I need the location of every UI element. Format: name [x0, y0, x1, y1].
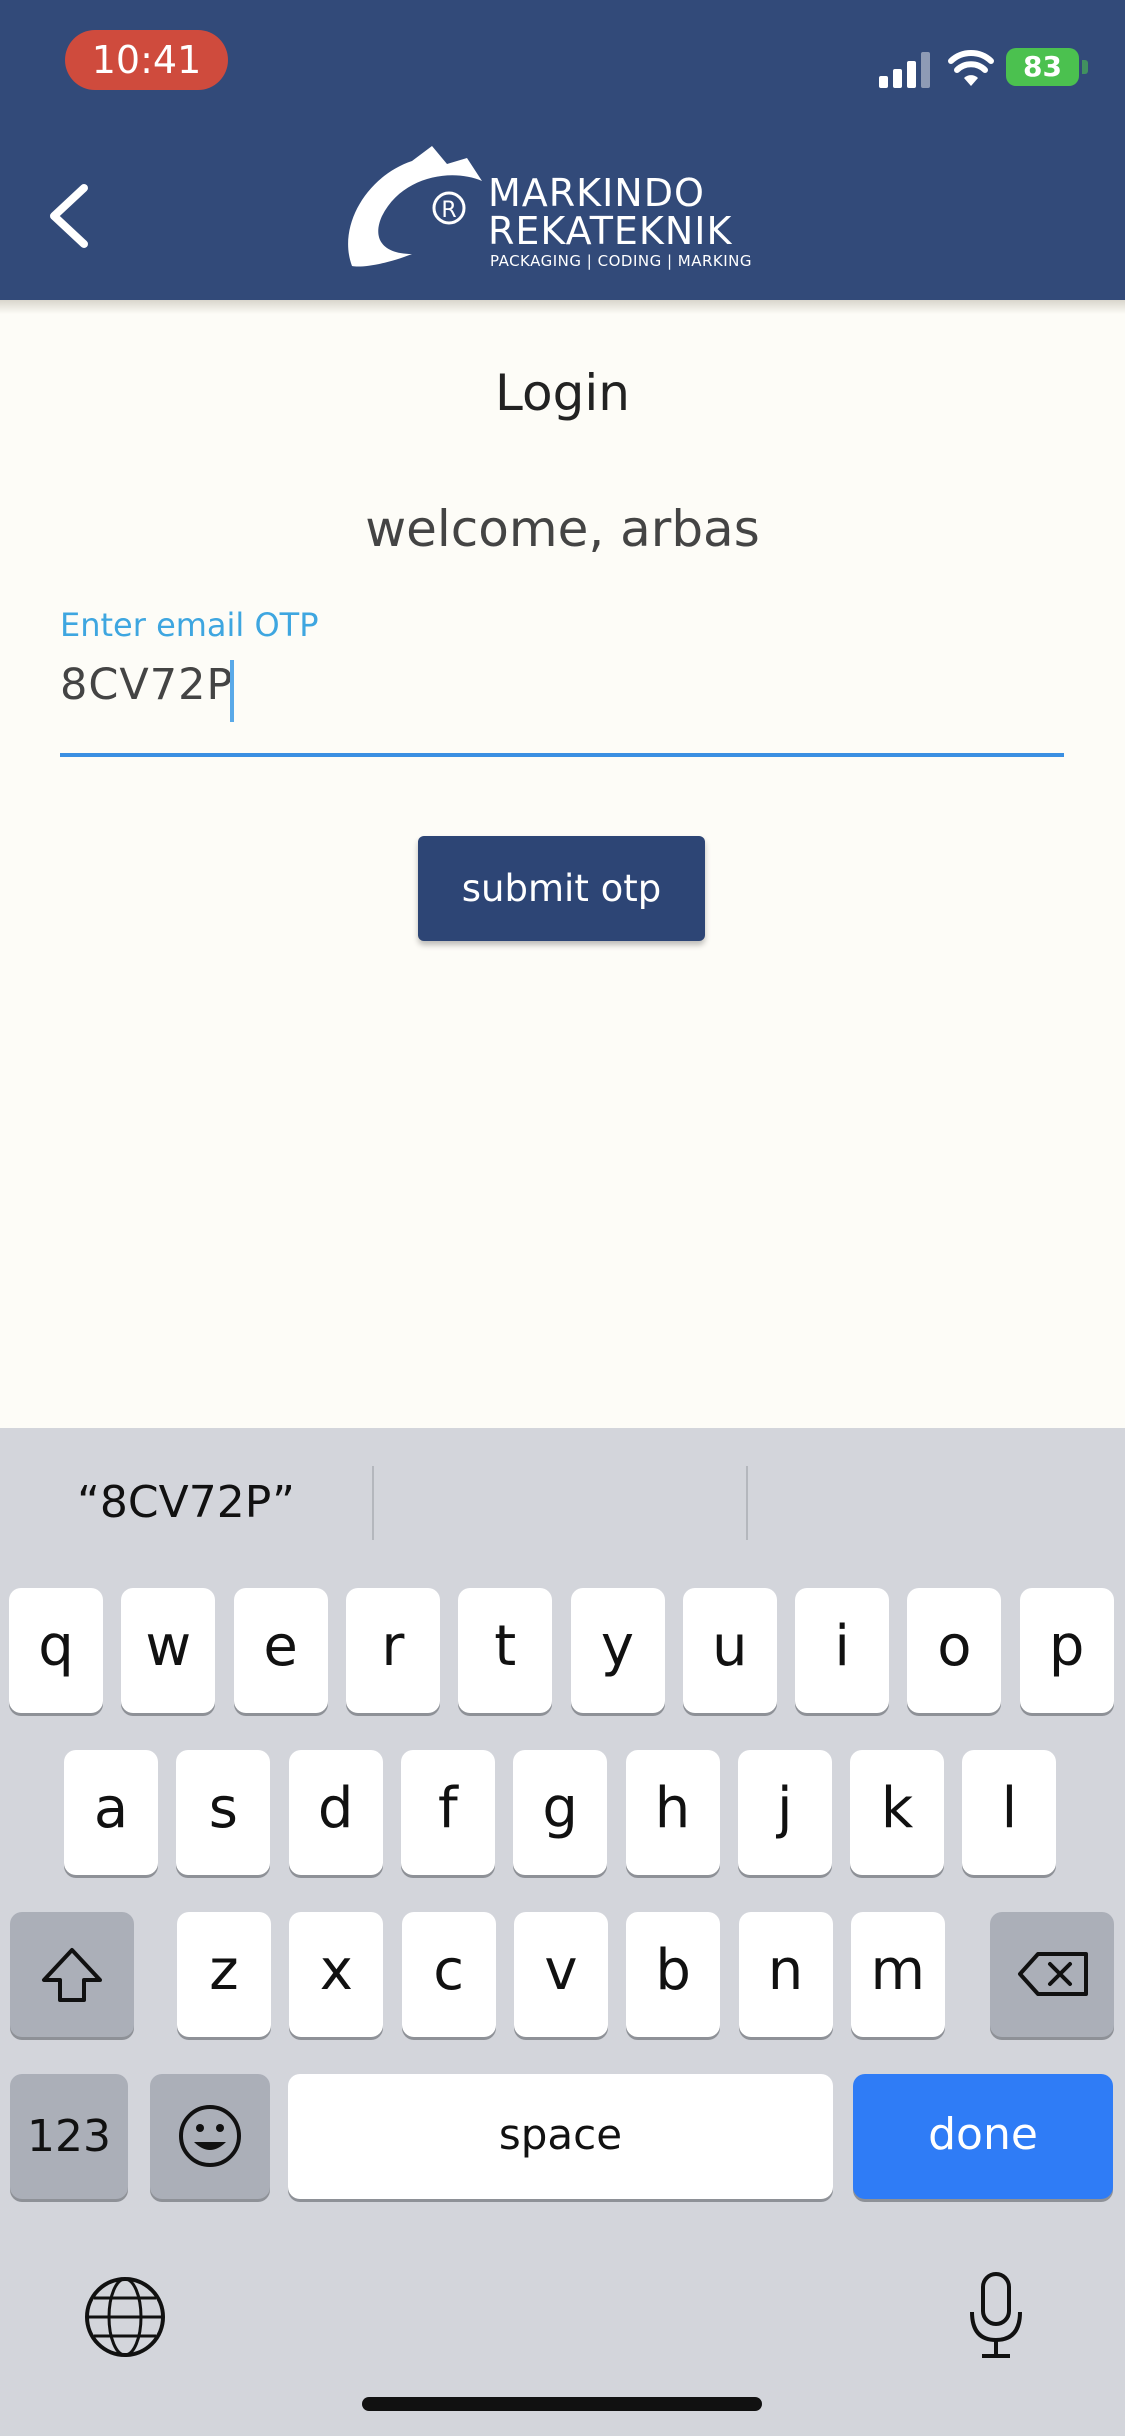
otp-field-label: Enter email OTP	[60, 606, 319, 644]
emoji-icon	[179, 2105, 241, 2167]
suggestion-divider	[372, 1466, 374, 1540]
home-indicator	[362, 2397, 762, 2411]
key-m[interactable]: m	[850, 1912, 945, 2037]
key-u[interactable]: u	[682, 1588, 777, 1713]
key-a[interactable]: a	[64, 1750, 158, 1875]
otp-input-underline	[60, 753, 1064, 757]
key-s[interactable]: s	[176, 1750, 271, 1875]
otp-input[interactable]: 8CV72P	[60, 660, 233, 710]
battery-icon: 83	[1006, 48, 1079, 86]
markindo-logo-mark: R	[348, 146, 482, 267]
emoji-key[interactable]	[150, 2074, 270, 2199]
status-time: 10:41	[65, 30, 228, 90]
key-g[interactable]: g	[513, 1750, 608, 1875]
key-k[interactable]: k	[850, 1750, 945, 1875]
suggestion-divider	[746, 1466, 748, 1540]
key-l[interactable]: l	[962, 1750, 1057, 1875]
svg-text:R: R	[441, 198, 456, 223]
key-f[interactable]: f	[400, 1750, 495, 1875]
welcome-message: welcome, arbas	[365, 500, 760, 558]
shift-key[interactable]	[10, 1912, 134, 2037]
header-shadow	[0, 300, 1125, 314]
key-q[interactable]: q	[9, 1588, 103, 1713]
key-t[interactable]: t	[458, 1588, 553, 1713]
battery-tip	[1082, 60, 1088, 74]
key-x[interactable]: x	[289, 1912, 384, 2037]
back-chevron-icon[interactable]	[44, 182, 92, 250]
shift-arrow-icon	[42, 1948, 102, 2002]
key-b[interactable]: b	[626, 1912, 721, 2037]
key-c[interactable]: c	[401, 1912, 496, 2037]
text-caret	[230, 660, 234, 722]
key-r[interactable]: r	[345, 1588, 440, 1713]
cellular-signal-icon	[879, 52, 930, 88]
brand-tagline: PACKAGING | CODING | MARKING	[490, 252, 753, 270]
submit-otp-button[interactable]: submit otp	[418, 836, 705, 941]
backspace-icon	[1018, 1952, 1088, 1996]
key-n[interactable]: n	[738, 1912, 833, 2037]
numbers-key[interactable]: 123	[10, 2074, 128, 2199]
globe-icon[interactable]	[84, 2276, 166, 2358]
space-key[interactable]: space	[288, 2074, 833, 2199]
brand-name-line2: REKATEKNIK	[488, 209, 733, 253]
key-y[interactable]: y	[570, 1588, 665, 1713]
key-j[interactable]: j	[737, 1750, 832, 1875]
key-p[interactable]: p	[1019, 1588, 1114, 1713]
backspace-key[interactable]	[990, 1912, 1114, 2037]
key-w[interactable]: w	[121, 1588, 216, 1713]
key-d[interactable]: d	[288, 1750, 383, 1875]
key-o[interactable]: o	[907, 1588, 1002, 1713]
battery-level: 83	[1023, 50, 1062, 83]
key-e[interactable]: e	[233, 1588, 328, 1713]
key-z[interactable]: z	[177, 1912, 271, 2037]
key-i[interactable]: i	[795, 1588, 890, 1713]
brand-name-line1: MARKINDO	[488, 171, 705, 215]
page-title: Login	[495, 364, 630, 422]
done-key[interactable]: done	[853, 2074, 1113, 2199]
microphone-icon[interactable]	[966, 2270, 1026, 2362]
key-h[interactable]: h	[625, 1750, 720, 1875]
key-v[interactable]: v	[513, 1912, 608, 2037]
wifi-icon	[948, 50, 994, 86]
autocorrect-suggestion[interactable]: “8CV72P”	[0, 1428, 372, 1578]
